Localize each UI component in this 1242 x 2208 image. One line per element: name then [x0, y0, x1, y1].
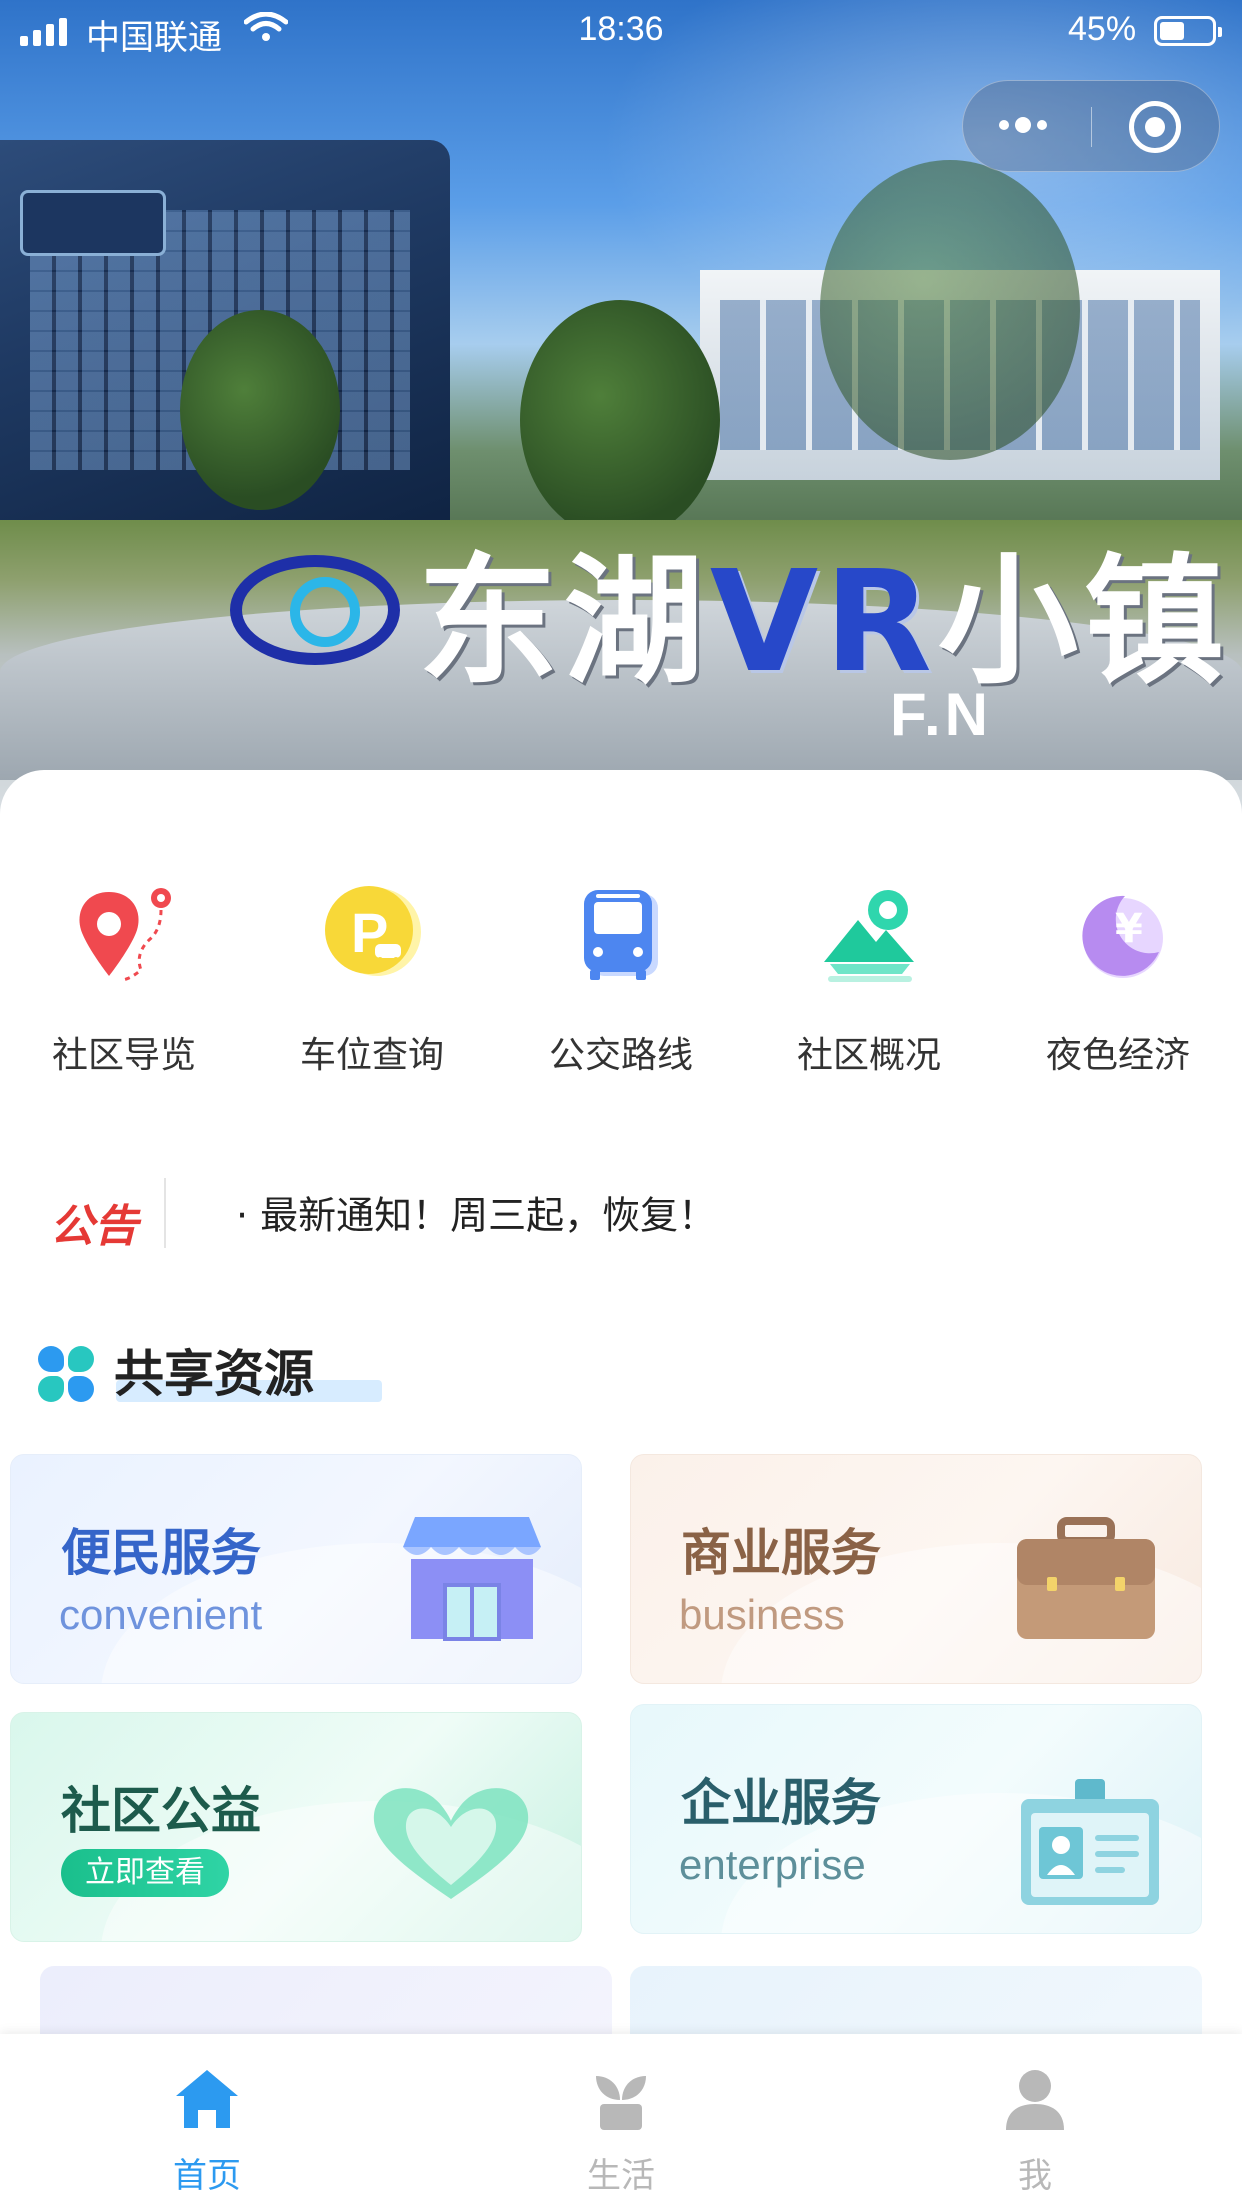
parking-icon: P	[317, 880, 427, 990]
battery-percent: 45%	[1068, 10, 1137, 48]
quick-nav-community-overview[interactable]: 社区概况	[745, 880, 993, 1078]
grid-icon	[38, 1346, 96, 1404]
briefcase-icon	[1017, 1517, 1155, 1639]
close-miniprogram-icon[interactable]	[1129, 101, 1181, 153]
clock: 18:36	[578, 10, 664, 48]
card-subtitle: business	[679, 1591, 845, 1638]
quick-nav-label: 夜色经济	[1045, 1035, 1190, 1076]
quick-nav-label: 社区概况	[796, 1035, 941, 1076]
moon-yen-icon: ¥	[1063, 880, 1173, 990]
card-title: 企业服务	[681, 1774, 881, 1832]
quick-nav-parking[interactable]: P 车位查询	[248, 880, 496, 1078]
tree	[520, 300, 720, 540]
tree	[820, 160, 1080, 460]
enterprise-service-card[interactable]: 企业服务 enterprise	[630, 1704, 1202, 1934]
notice-bar[interactable]: 公告 · 最新通知！周三起，恢复！	[40, 1176, 1200, 1252]
tab-label: 首页	[173, 2156, 241, 2196]
quick-nav-label: 社区导览	[51, 1035, 196, 1076]
miniprogram-capsule	[962, 80, 1220, 172]
card-title: 社区公益	[61, 1782, 261, 1840]
eye-logo-icon	[230, 555, 400, 665]
tab-me[interactable]: 我	[828, 2034, 1242, 2208]
quick-nav-label: 车位查询	[299, 1035, 444, 1076]
notice-tag: 公告	[50, 1201, 138, 1252]
quick-nav-community-guide[interactable]: 社区导览	[0, 880, 248, 1078]
quick-nav-night-economy[interactable]: ¥ 夜色经济	[994, 880, 1242, 1078]
tab-life[interactable]: 生活	[414, 2034, 828, 2208]
vr-town-sign: 东湖VR小镇	[230, 520, 1230, 704]
tree	[180, 310, 340, 510]
convenient-service-card[interactable]: 便民服务 convenient	[10, 1454, 582, 1684]
tab-home[interactable]: 首页	[0, 2034, 414, 2208]
id-badge-icon	[1021, 1779, 1159, 1905]
bus-icon	[566, 880, 676, 990]
tab-label: 我	[1018, 2156, 1052, 2196]
card-title: 便民服务	[61, 1524, 261, 1582]
storefront-icon	[403, 1517, 541, 1641]
building-sign	[20, 190, 166, 256]
more-menu-icon[interactable]	[999, 117, 1047, 133]
community-charity-card[interactable]: 社区公益 立即查看	[10, 1712, 582, 1942]
card-title: 商业服务	[681, 1524, 881, 1582]
card-subtitle: enterprise	[679, 1841, 866, 1888]
svg-text:¥: ¥	[1115, 906, 1143, 952]
vr-town-title: 东湖VR小镇	[417, 541, 1230, 704]
quick-nav-label: 公交路线	[548, 1035, 693, 1076]
heart-leaf-icon	[373, 1788, 529, 1899]
section-title: 共享资源	[114, 1345, 314, 1403]
map-pin-route-icon	[69, 880, 179, 990]
capsule-divider	[1091, 107, 1092, 147]
battery-icon	[1154, 16, 1222, 46]
card-subtitle: convenient	[59, 1591, 263, 1638]
view-now-button[interactable]: 立即查看	[61, 1849, 229, 1897]
sprout-icon	[596, 2076, 646, 2130]
quick-nav-bus[interactable]: 公交路线	[497, 880, 745, 1078]
status-bar: 中国联通 18:36 45%	[0, 0, 1242, 62]
tab-label: 生活	[587, 2156, 655, 2196]
business-service-card[interactable]: 商业服务 business	[630, 1454, 1202, 1684]
landscape-icon	[814, 880, 924, 990]
user-icon	[1006, 2070, 1064, 2130]
notice-divider	[164, 1178, 166, 1248]
bottom-tab-bar: 首页 生活 我	[0, 2034, 1242, 2208]
quick-nav: 社区导览 P 车位查询 公交路线 社区概况 ¥ 夜色经济	[0, 880, 1242, 1100]
hero-watermark: F.N	[890, 681, 992, 748]
home-icon	[176, 2070, 238, 2128]
notice-text[interactable]: · 最新通知！周三起，恢复！	[236, 1185, 716, 1240]
